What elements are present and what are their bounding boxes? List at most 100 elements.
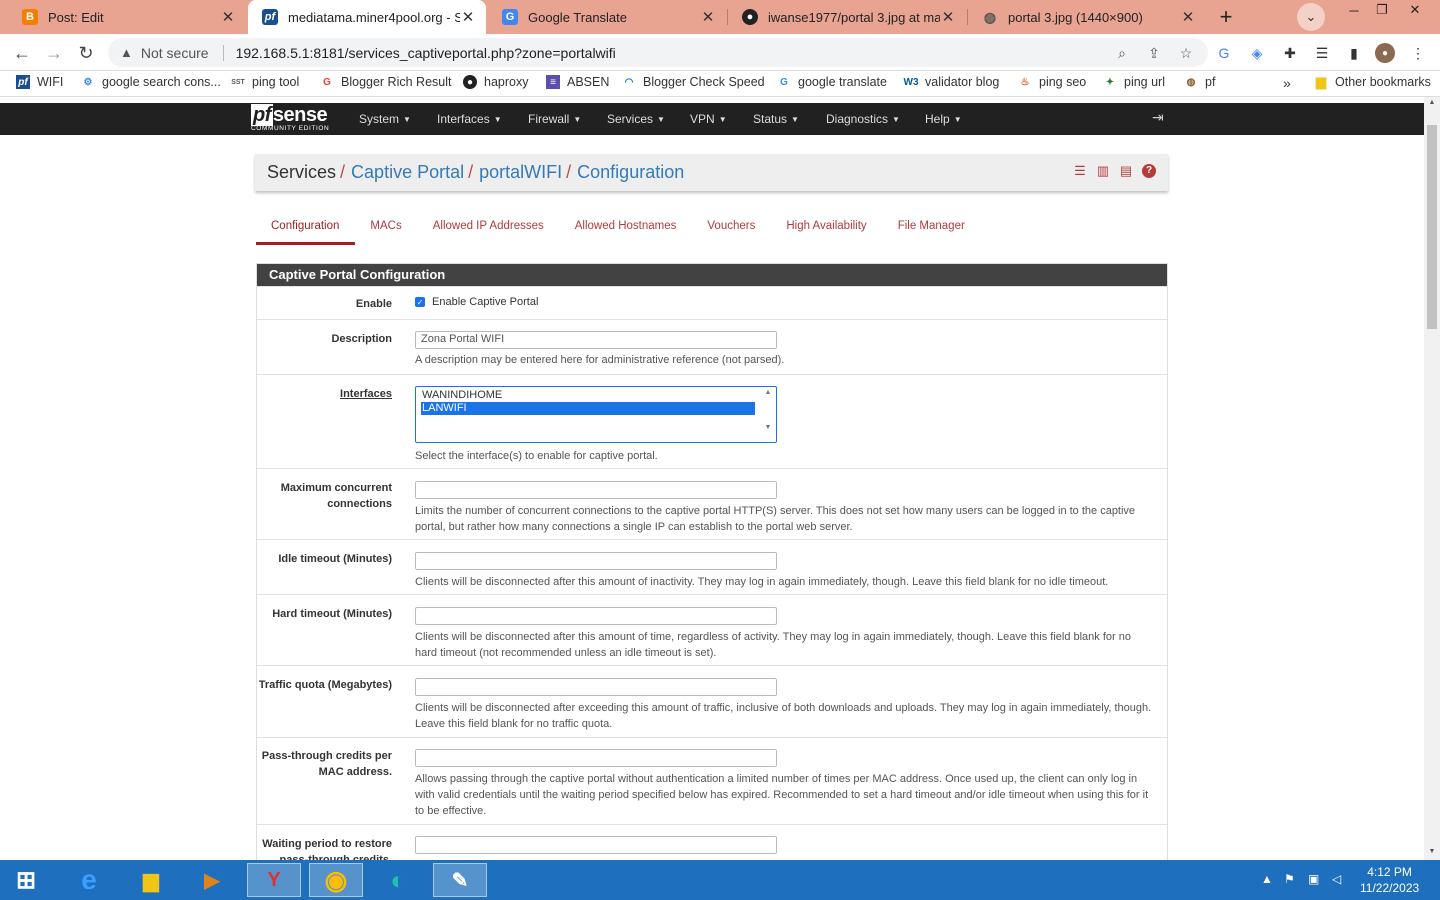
bookmark-check-speed[interactable]: ◠ Blogger Check Speed — [622, 75, 765, 89]
tab-allowed-ip[interactable]: Allowed IP Addresses — [418, 209, 560, 245]
taskbar-clock[interactable]: 4:12 PM 11/22/2023 — [1360, 864, 1419, 896]
paint-app-icon[interactable]: ✎ — [433, 863, 487, 897]
tab-high-availability[interactable]: High Availability — [771, 209, 882, 245]
breadcrumb-zone[interactable]: portalWIFI — [479, 162, 562, 183]
other-bookmarks[interactable]: ▆ Other bookmarks — [1314, 74, 1431, 89]
bookmark-ping-seo[interactable]: ♨ ping seo — [1018, 75, 1087, 89]
menu-help[interactable]: Help ▼ — [925, 103, 962, 135]
traffic-quota-input[interactable] — [415, 678, 777, 696]
minimize-icon[interactable]: ─ — [1340, 0, 1368, 20]
windows-start-icon[interactable]: ⊞ — [2, 863, 50, 897]
extension-icon[interactable]: ◈ — [1247, 43, 1267, 63]
url-text[interactable]: 192.168.5.1:8181/services_captiveportal.… — [236, 45, 616, 61]
yandex-browser-icon[interactable]: Y — [247, 863, 301, 897]
window-close-icon[interactable]: ✕ — [1400, 0, 1430, 20]
bookmark-absen[interactable]: ≡ ABSEN — [546, 75, 609, 89]
scroll-down-icon[interactable]: ▼ — [1427, 848, 1437, 855]
enable-checkbox[interactable]: ✓ Enable Captive Portal — [415, 296, 1155, 308]
scroll-down-icon[interactable]: ▼ — [762, 424, 774, 431]
breadcrumb-configuration[interactable]: Configuration — [577, 162, 684, 183]
internet-explorer-icon[interactable]: e — [62, 863, 116, 897]
bookmark-pf[interactable]: ◍ pf — [1184, 75, 1216, 89]
help-icon[interactable]: ? — [1142, 164, 1156, 178]
close-icon[interactable]: ✕ — [460, 8, 476, 26]
menu-interfaces[interactable]: Interfaces ▼ — [437, 103, 502, 135]
interfaces-label[interactable]: Interfaces — [257, 386, 392, 402]
tab-configuration[interactable]: Configuration — [256, 209, 356, 245]
file-explorer-icon[interactable]: ▆ — [124, 863, 178, 897]
zoom-icon[interactable]: ⌕ — [1112, 43, 1132, 63]
description-input[interactable]: Zona Portal WIFI — [415, 331, 777, 349]
idle-timeout-input[interactable] — [415, 552, 777, 570]
bookmark-haproxy[interactable]: ● haproxy — [463, 75, 528, 89]
reload-icon[interactable]: ↻ — [73, 40, 99, 66]
bookmark-ping-tool[interactable]: SST ping tool — [231, 75, 299, 89]
bookmark-wifi[interactable]: pf WIFI — [16, 75, 63, 89]
max-connections-input[interactable] — [415, 481, 777, 499]
sliders-icon[interactable]: ☰ — [1073, 163, 1087, 178]
volume-muted-icon[interactable]: ◁ — [1332, 872, 1341, 886]
menu-services[interactable]: Services ▼ — [607, 103, 665, 135]
close-icon[interactable]: ✕ — [700, 8, 716, 26]
edge-icon[interactable]: ◐ — [371, 863, 425, 897]
scroll-up-icon[interactable]: ▲ — [762, 389, 774, 396]
google-translate-extension-icon[interactable]: G — [1214, 43, 1234, 63]
share-icon[interactable]: ⇪ — [1144, 43, 1164, 63]
scroll-up-icon[interactable]: ▲ — [1427, 99, 1437, 106]
address-bar[interactable]: ▲ Not secure 192.168.5.1:8181/services_c… — [108, 38, 1208, 67]
pfsense-logo[interactable]: pf sense COMMUNITY EDITION — [251, 104, 329, 133]
new-tab-button[interactable]: + — [1212, 4, 1240, 29]
forward-arrow-icon[interactable]: → — [41, 40, 67, 66]
interfaces-select[interactable]: WANINDIHOME LANWIFI ▲ ▼ — [415, 386, 777, 443]
chevron-down-icon[interactable]: ⌄ — [1297, 3, 1325, 31]
checkbox-checked-icon[interactable]: ✓ — [415, 297, 425, 307]
browser-tab-pfsense[interactable]: pf mediatama.miner4pool.org - Ser ✕ — [248, 0, 486, 34]
tab-vouchers[interactable]: Vouchers — [692, 209, 771, 245]
close-icon[interactable]: ✕ — [220, 8, 236, 26]
log-table-icon[interactable]: ▤ — [1119, 163, 1133, 178]
tab-file-manager[interactable]: File Manager — [883, 209, 981, 245]
maximize-icon[interactable]: ❐ — [1368, 0, 1396, 20]
tab-macs[interactable]: MACs — [355, 209, 417, 245]
hard-timeout-input[interactable] — [415, 607, 777, 625]
reading-list-icon[interactable]: ☰ — [1312, 43, 1332, 63]
menu-firewall[interactable]: Firewall ▼ — [528, 103, 581, 135]
network-icon[interactable]: ▣ — [1308, 872, 1319, 886]
action-center-flag-icon[interactable]: ⚑ — [1284, 872, 1295, 886]
browser-tab-translate[interactable]: G Google Translate ✕ — [488, 0, 726, 34]
passthrough-input[interactable] — [415, 749, 777, 767]
bar-chart-icon[interactable]: ▥ — [1096, 163, 1110, 178]
bookmark-search-console[interactable]: ⚙ google search cons... — [81, 75, 221, 89]
bookmarks-overflow-icon[interactable]: » — [1283, 75, 1291, 91]
bookmark-rich-result[interactable]: G Blogger Rich Result — [320, 75, 451, 89]
close-icon[interactable]: ✕ — [1180, 8, 1196, 26]
waiting-period-input[interactable] — [415, 836, 777, 854]
breadcrumb-captive-portal[interactable]: Captive Portal — [351, 162, 464, 183]
profile-avatar[interactable]: ● — [1375, 43, 1395, 63]
chrome-icon[interactable]: ◉ — [309, 863, 363, 897]
browser-tab-image[interactable]: ◍ portal 3.jpg (1440×900) ✕ — [968, 0, 1206, 34]
media-player-icon[interactable]: ▶ — [185, 863, 239, 897]
browser-tab-blogger[interactable]: B Post: Edit ✕ — [8, 0, 246, 34]
puzzle-icon[interactable]: ✚ — [1280, 43, 1300, 63]
side-panel-icon[interactable]: ▮ — [1344, 43, 1364, 63]
interface-option[interactable]: WANINDIHOME — [421, 389, 755, 402]
tab-allowed-hostnames[interactable]: Allowed Hostnames — [560, 209, 693, 245]
menu-status[interactable]: Status ▼ — [753, 103, 799, 135]
page-scrollbar[interactable]: ▲ ▼ — [1424, 97, 1440, 860]
close-icon[interactable]: ✕ — [940, 8, 956, 26]
listbox-scrollbar[interactable]: ▲ ▼ — [762, 389, 774, 440]
menu-diagnostics[interactable]: Diagnostics ▼ — [826, 103, 900, 135]
bookmark-google-translate[interactable]: Ggoogle translate — [777, 75, 887, 89]
tray-expand-icon[interactable]: ▲ — [1261, 872, 1273, 886]
menu-vpn[interactable]: VPN ▼ — [690, 103, 727, 135]
kebab-menu-icon[interactable]: ⋮ — [1408, 43, 1428, 63]
menu-system[interactable]: System ▼ — [359, 103, 411, 135]
security-label[interactable]: Not secure — [141, 45, 209, 61]
back-arrow-icon[interactable]: ← — [9, 40, 35, 66]
interface-option-selected[interactable]: LANWIFI — [421, 402, 755, 415]
browser-tab-github[interactable]: ● iwanse1977/portal 3.jpg at main ✕ — [728, 0, 966, 34]
bookmark-ping-url[interactable]: ✦ ping url — [1103, 75, 1165, 89]
bookmark-star-icon[interactable]: ☆ — [1176, 43, 1196, 63]
logout-icon[interactable]: ⇥ — [1152, 109, 1164, 126]
